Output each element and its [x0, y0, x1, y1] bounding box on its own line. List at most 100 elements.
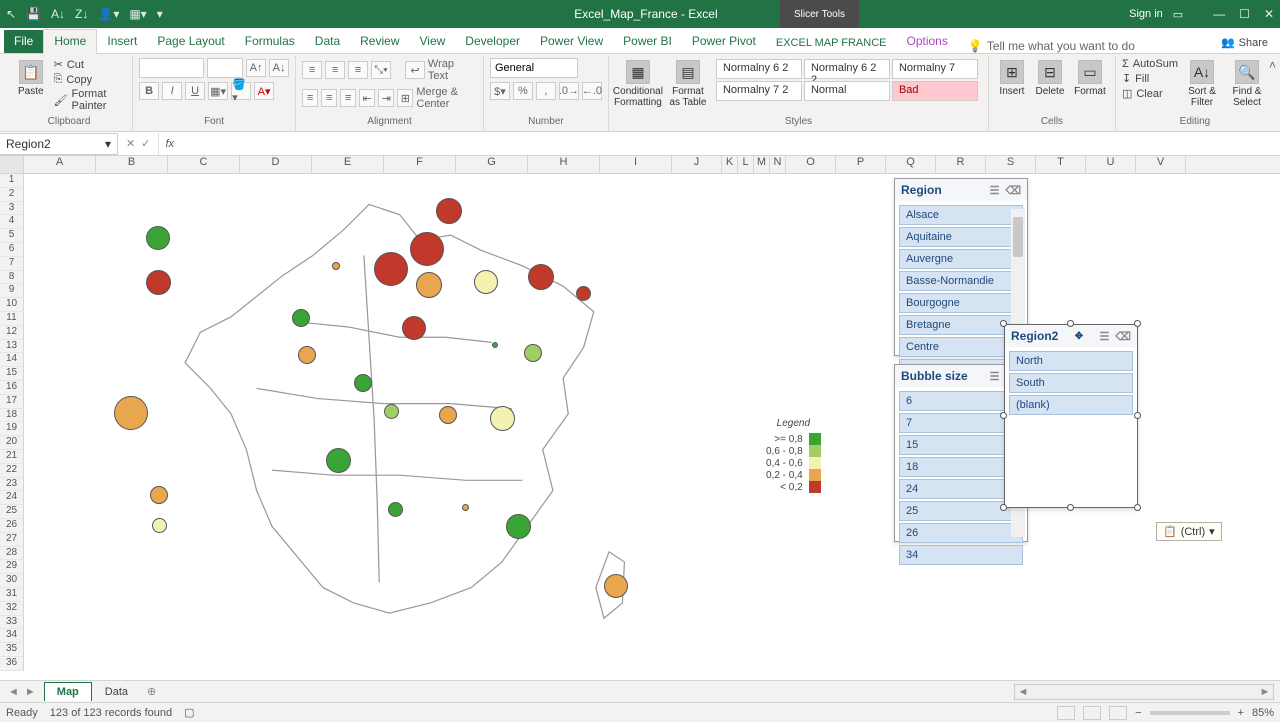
align-left-icon[interactable]: ≡ — [302, 89, 318, 107]
save-icon[interactable]: 💾 — [26, 7, 41, 21]
clear-filter-icon[interactable]: ⌫ — [1115, 330, 1131, 343]
row-header[interactable]: 9 — [0, 284, 24, 298]
percent-icon[interactable]: % — [513, 82, 533, 100]
col-header[interactable]: U — [1086, 156, 1136, 173]
format-as-table-button[interactable]: ▤Format as Table — [665, 58, 711, 110]
slicer-item[interactable]: Basse-Normandie — [899, 271, 1023, 291]
tab-data[interactable]: Data — [305, 30, 350, 53]
user-icon[interactable]: 👤▾ — [98, 7, 119, 21]
col-header[interactable]: E — [312, 156, 384, 173]
row-header[interactable]: 8 — [0, 271, 24, 285]
row-header[interactable]: 11 — [0, 312, 24, 326]
cell-style-1[interactable]: Normalny 6 2 — [716, 59, 802, 79]
slicer-item[interactable]: Auvergne — [899, 249, 1023, 269]
slicer-item[interactable]: (blank) — [1009, 395, 1133, 415]
zoom-out-icon[interactable]: − — [1135, 707, 1141, 719]
col-header[interactable]: V — [1136, 156, 1186, 173]
worksheet-grid[interactable]: A B C D E F G H I J K L M N O P Q R S T … — [0, 156, 1280, 680]
align-right-icon[interactable]: ≡ — [340, 89, 356, 107]
dec-decimal-icon[interactable]: ←.0 — [582, 82, 602, 100]
row-header[interactable]: 15 — [0, 367, 24, 381]
maximize-icon[interactable]: ☐ — [1239, 7, 1250, 21]
row-header[interactable]: 19 — [0, 422, 24, 436]
qat-more-icon[interactable]: ▾ — [157, 7, 163, 21]
font-size-input[interactable] — [207, 58, 243, 78]
share-button[interactable]: 👥Share — [1209, 32, 1280, 53]
paste-options-popup[interactable]: 📋 (Ctrl) ▾ — [1156, 522, 1222, 541]
select-all-button[interactable] — [0, 156, 24, 173]
col-header[interactable]: P — [836, 156, 886, 173]
orientation-icon[interactable]: ⤡▾ — [371, 61, 391, 79]
sort-desc-icon[interactable]: Z↓ — [75, 7, 88, 21]
zoom-slider[interactable] — [1150, 711, 1230, 715]
row-header[interactable]: 26 — [0, 519, 24, 533]
tab-review[interactable]: Review — [350, 30, 409, 53]
paste-button[interactable]: 📋 Paste — [12, 58, 50, 99]
cursor-icon[interactable]: ↖ — [6, 7, 16, 21]
slicer-item[interactable]: Alsace — [899, 205, 1023, 225]
row-header[interactable]: 22 — [0, 464, 24, 478]
row-header[interactable]: 20 — [0, 436, 24, 450]
slicer-item[interactable]: South — [1009, 373, 1133, 393]
tab-home[interactable]: Home — [43, 29, 97, 54]
decrease-font-icon[interactable]: A↓ — [269, 59, 289, 77]
tab-view[interactable]: View — [410, 30, 456, 53]
increase-font-icon[interactable]: A↑ — [246, 59, 266, 77]
row-header[interactable]: 33 — [0, 616, 24, 630]
fill-color-button[interactable]: 🪣▾ — [231, 82, 251, 100]
row-header[interactable]: 23 — [0, 478, 24, 492]
resize-handle[interactable] — [1000, 412, 1007, 419]
cancel-formula-icon[interactable]: ✕ — [126, 137, 135, 150]
insert-cells-button[interactable]: ⊞Insert — [995, 58, 1029, 99]
scroll-left-icon[interactable]: ◄ — [1015, 686, 1031, 698]
clear-button[interactable]: ◫Clear — [1122, 87, 1178, 100]
enter-formula-icon[interactable]: ✓ — [141, 137, 150, 150]
macro-record-icon[interactable]: ▢ — [184, 706, 194, 719]
row-header[interactable]: 13 — [0, 340, 24, 354]
copy-button[interactable]: ⎘Copy — [54, 73, 127, 86]
find-select-button[interactable]: 🔍Find & Select — [1226, 58, 1268, 110]
bold-button[interactable]: B — [139, 82, 159, 100]
cell-style-4[interactable]: Normalny 7 2 — [716, 81, 802, 101]
resize-handle[interactable] — [1134, 504, 1141, 511]
row-header[interactable]: 28 — [0, 547, 24, 561]
autosum-button[interactable]: ΣAutoSum — [1122, 58, 1178, 70]
cell-style-bad[interactable]: Bad — [892, 81, 978, 101]
row-header[interactable]: 31 — [0, 588, 24, 602]
col-header[interactable]: N — [770, 156, 786, 173]
currency-icon[interactable]: $▾ — [490, 82, 510, 100]
minimize-icon[interactable]: — — [1213, 7, 1225, 21]
resize-handle[interactable] — [1134, 412, 1141, 419]
col-header[interactable]: I — [600, 156, 672, 173]
row-header[interactable]: 24 — [0, 491, 24, 505]
col-header[interactable]: S — [986, 156, 1036, 173]
slicer-item[interactable]: Bourgogne — [899, 293, 1023, 313]
sign-in-link[interactable]: Sign in — [1129, 8, 1163, 20]
formula-input[interactable]: fx — [158, 133, 1280, 155]
close-icon[interactable]: ✕ — [1264, 7, 1274, 21]
new-sheet-button[interactable]: ⊕ — [141, 682, 162, 701]
cut-button[interactable]: ✂Cut — [54, 58, 127, 71]
font-color-button[interactable]: A▾ — [254, 82, 274, 100]
sheet-tab-data[interactable]: Data — [92, 682, 141, 702]
row-header[interactable]: 25 — [0, 505, 24, 519]
cell-style-5[interactable]: Normal — [804, 81, 890, 101]
col-header[interactable]: R — [936, 156, 986, 173]
col-header[interactable]: Q — [886, 156, 936, 173]
row-header[interactable]: 12 — [0, 326, 24, 340]
row-header[interactable]: 14 — [0, 353, 24, 367]
row-header[interactable]: 36 — [0, 657, 24, 671]
name-box[interactable]: Region2▾ — [0, 133, 118, 155]
tab-developer[interactable]: Developer — [455, 30, 530, 53]
row-header[interactable]: 32 — [0, 602, 24, 616]
comma-icon[interactable]: , — [536, 82, 556, 100]
row-header[interactable]: 7 — [0, 257, 24, 271]
scroll-right-icon[interactable]: ► — [1257, 686, 1273, 698]
row-header[interactable]: 21 — [0, 450, 24, 464]
collapse-ribbon-icon[interactable]: ˄ — [1269, 58, 1276, 72]
next-sheet-icon[interactable]: ► — [25, 686, 36, 698]
tab-power-view[interactable]: Power View — [530, 30, 613, 53]
resize-handle[interactable] — [1134, 320, 1141, 327]
tab-excel-map-france[interactable]: EXCEL MAP FRANCE — [766, 33, 897, 53]
tab-insert[interactable]: Insert — [97, 30, 147, 53]
